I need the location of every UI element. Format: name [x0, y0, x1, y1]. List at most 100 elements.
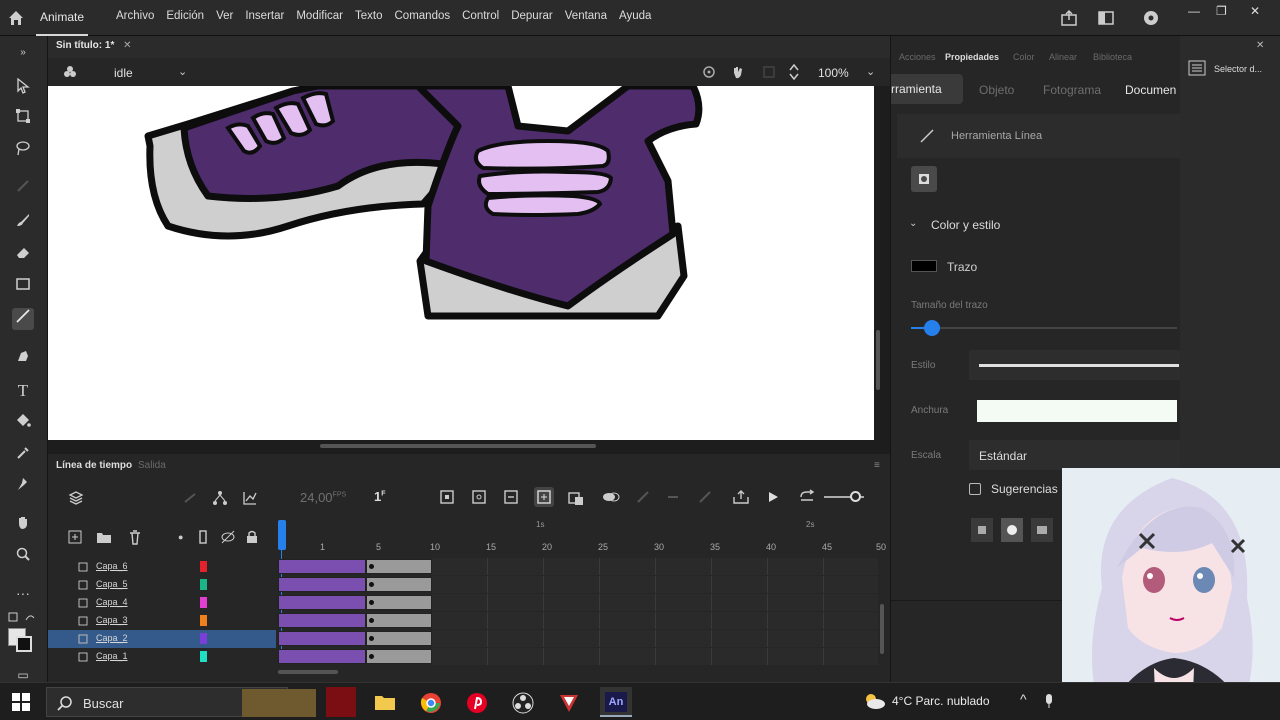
- zoom-stepper-icon[interactable]: [788, 63, 800, 84]
- layer-color-chip[interactable]: [200, 579, 207, 590]
- pin-tool-icon[interactable]: [12, 476, 34, 498]
- frame-span-gray[interactable]: [366, 577, 432, 592]
- scale-dropdown[interactable]: Estándar: [969, 440, 1181, 470]
- text-tool-icon[interactable]: T: [12, 380, 34, 402]
- weather-text[interactable]: 4°C Parc. nublado: [892, 694, 990, 708]
- frame-row[interactable]: [278, 612, 878, 629]
- layer-name[interactable]: Capa_2: [96, 633, 128, 643]
- weather-icon[interactable]: [862, 691, 886, 714]
- restore-icon[interactable]: ❐: [1216, 4, 1227, 18]
- selection-tool-icon[interactable]: [12, 77, 34, 100]
- frame-row[interactable]: [278, 648, 878, 665]
- stage-vertical-scrollbar[interactable]: [876, 330, 880, 390]
- menu-ver[interactable]: Ver: [216, 10, 233, 22]
- cap-square-button[interactable]: [1031, 518, 1053, 542]
- selector-label[interactable]: Selector d...: [1214, 64, 1262, 74]
- cap-round-button[interactable]: [1001, 518, 1023, 542]
- workspace-icon[interactable]: [1097, 9, 1115, 30]
- minimize-icon[interactable]: —: [1188, 4, 1200, 18]
- stroke-color-chip[interactable]: [911, 260, 937, 272]
- subtab-objeto[interactable]: Objeto: [979, 83, 1014, 97]
- paint-bucket-tool-icon[interactable]: [12, 412, 34, 434]
- timeline-menu-icon[interactable]: ≡: [874, 460, 880, 471]
- menu-ayuda[interactable]: Ayuda: [619, 10, 651, 22]
- current-frame[interactable]: 1F: [374, 489, 386, 504]
- keyframe-dot[interactable]: [369, 582, 374, 587]
- game-app-icon[interactable]: [558, 692, 580, 717]
- frame-span-purple[interactable]: [278, 595, 366, 610]
- frame-span-gray[interactable]: [366, 649, 432, 664]
- menu-depurar[interactable]: Depurar: [511, 10, 553, 22]
- create-tween-icon[interactable]: [568, 490, 584, 509]
- asset-icon[interactable]: [1188, 60, 1206, 79]
- layer-row[interactable]: Capa_5: [48, 576, 276, 594]
- new-layer-icon[interactable]: [68, 530, 82, 547]
- timeline-zoom-slider[interactable]: [824, 491, 864, 502]
- delete-layer-icon[interactable]: [128, 529, 142, 548]
- menu-insertar[interactable]: Insertar: [245, 10, 284, 22]
- animate-taskbar-button[interactable]: An: [600, 687, 632, 717]
- subtab-documento[interactable]: Documen: [1125, 83, 1176, 97]
- stage-canvas[interactable]: [48, 86, 874, 440]
- frame-span-gray[interactable]: [366, 595, 432, 610]
- frame-row[interactable]: [278, 558, 878, 575]
- insert-frame-icon[interactable]: [504, 490, 518, 507]
- object-drawing-mode-button[interactable]: [911, 166, 937, 192]
- timeline-zoom-handle[interactable]: [850, 491, 861, 502]
- eyedropper-tool-icon[interactable]: [12, 444, 34, 466]
- layer-name[interactable]: Capa_6: [96, 561, 128, 571]
- menu-texto[interactable]: Texto: [355, 10, 383, 22]
- empty-frames[interactable]: [432, 558, 878, 575]
- frame-span-purple[interactable]: [278, 613, 366, 628]
- frame-span-purple[interactable]: [278, 631, 366, 646]
- frame-row[interactable]: [278, 594, 878, 611]
- output-tab[interactable]: Salida: [138, 460, 166, 471]
- line-tool-icon[interactable]: [12, 308, 34, 330]
- play-icon[interactable]: [766, 490, 780, 507]
- collapse-section-icon[interactable]: ⌄: [909, 218, 917, 229]
- zoom-tool-icon[interactable]: [12, 546, 34, 568]
- paint-brush-tool-icon[interactable]: [12, 212, 34, 234]
- tab-biblioteca[interactable]: Biblioteca: [1093, 52, 1132, 62]
- app-name[interactable]: Animate: [35, 10, 89, 36]
- windows-start-icon[interactable]: [12, 693, 30, 714]
- keyframe-dot[interactable]: [369, 654, 374, 659]
- close-window-icon[interactable]: ✕: [1250, 4, 1260, 18]
- empty-frames[interactable]: [432, 612, 878, 629]
- frame-span-purple[interactable]: [278, 649, 366, 664]
- layer-row[interactable]: Capa_4: [48, 594, 276, 612]
- red-app-icon[interactable]: [326, 687, 356, 717]
- empty-frames[interactable]: [432, 630, 878, 647]
- layer-row[interactable]: Capa_1: [48, 648, 276, 666]
- keyframe-dot[interactable]: [369, 600, 374, 605]
- empty-frames[interactable]: [432, 648, 878, 665]
- layer-name[interactable]: Capa_3: [96, 615, 128, 625]
- rectangle-tool-icon[interactable]: [12, 276, 34, 298]
- menu-control[interactable]: Control: [462, 10, 499, 22]
- tab-color[interactable]: Color: [1013, 52, 1035, 62]
- first-frame-icon[interactable]: [732, 489, 750, 508]
- keyframe-dot[interactable]: [369, 564, 374, 569]
- scene-icon[interactable]: [62, 64, 78, 83]
- eraser-tool-icon[interactable]: [12, 244, 34, 266]
- layer-row[interactable]: Capa_3: [48, 612, 276, 630]
- tab-acciones[interactable]: Acciones: [899, 52, 936, 62]
- hide-layers-icon[interactable]: [220, 530, 236, 547]
- empty-frames[interactable]: [432, 576, 878, 593]
- add-keyframe-icon[interactable]: [440, 490, 454, 507]
- keyframe-dot[interactable]: [369, 636, 374, 641]
- hints-checkbox[interactable]: [969, 483, 981, 495]
- settings-icon[interactable]: [1142, 9, 1160, 30]
- layer-outline-icon[interactable]: [198, 530, 208, 547]
- home-icon[interactable]: [6, 8, 26, 28]
- scene-dropdown-icon[interactable]: ⌄: [178, 65, 187, 78]
- close-panel-icon[interactable]: ✕: [1256, 40, 1264, 51]
- document-tab[interactable]: Sin título: 1* ✕: [56, 40, 132, 51]
- frame-row[interactable]: [278, 576, 878, 593]
- hierarchy-icon[interactable]: [212, 490, 228, 509]
- rotate-stage-icon[interactable]: [730, 64, 746, 83]
- zoom-value[interactable]: 100%: [818, 66, 849, 80]
- lock-layers-icon[interactable]: [246, 530, 258, 547]
- section-title[interactable]: Color y estilo: [931, 218, 1000, 232]
- color-swatches[interactable]: [8, 628, 32, 652]
